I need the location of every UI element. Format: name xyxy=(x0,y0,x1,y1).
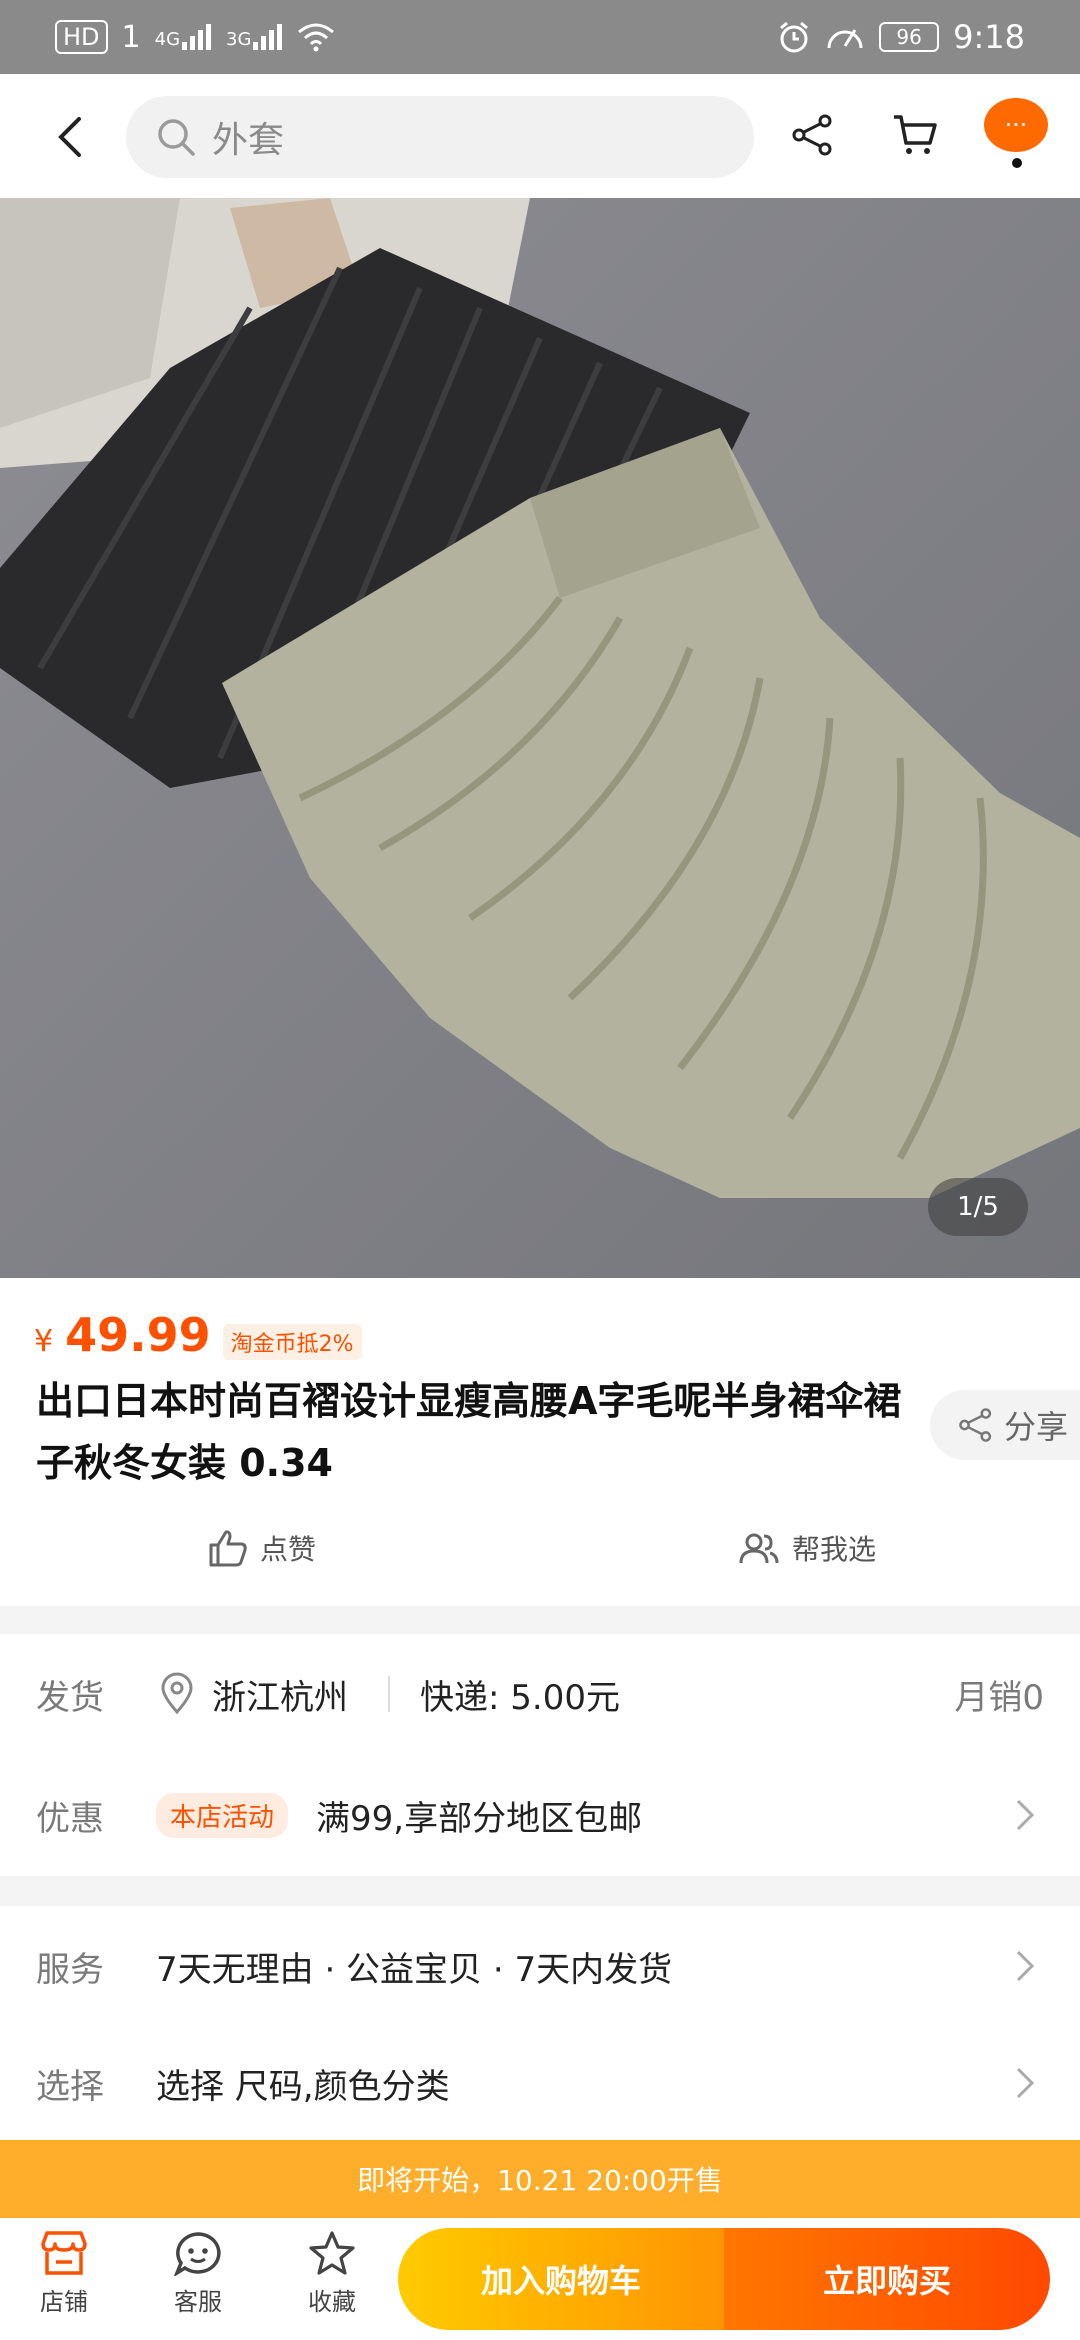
star-icon xyxy=(309,2231,355,2275)
purchase-buttons: 加入购物车 立即购买 xyxy=(398,2228,1050,2330)
shop-label: 店铺 xyxy=(40,2288,88,2316)
price-value: 49.99 xyxy=(65,1308,211,1362)
people-icon xyxy=(739,1533,779,1564)
chevron-right-icon xyxy=(1016,1950,1035,1982)
shipping-label: 发货 xyxy=(36,1677,104,1718)
net-3g-label: 3G xyxy=(226,29,252,50)
divider xyxy=(388,1676,390,1712)
hd-badge: HD xyxy=(55,20,108,54)
select-label: 选择 xyxy=(36,2066,104,2107)
signal-bars-icon xyxy=(182,24,212,50)
customer-service-label: 客服 xyxy=(174,2288,222,2316)
add-to-cart-button[interactable]: 加入购物车 xyxy=(398,2228,724,2330)
shop-button[interactable]: 店铺 xyxy=(14,2230,114,2330)
more-button[interactable]: ··· xyxy=(984,98,1048,152)
favorite-label: 收藏 xyxy=(308,2288,356,2316)
thumbs-up-icon xyxy=(209,1530,247,1567)
promo-text: 满99,享部分地区包邮 xyxy=(316,1798,643,1839)
clock: 9:18 xyxy=(953,18,1025,56)
product-image[interactable]: 1/5 xyxy=(0,198,1080,1278)
back-button[interactable] xyxy=(40,102,100,172)
shipping-fee: 快递: 5.00元 xyxy=(420,1677,620,1718)
shop-icon xyxy=(41,2231,87,2275)
wifi-icon xyxy=(298,23,335,52)
service-text: 7天无理由 · 公益宝贝 · 7天内发货 xyxy=(156,1949,673,1990)
net-4g-label: 4G xyxy=(154,29,181,50)
select-chevron xyxy=(1010,2063,1040,2103)
promo-row[interactable]: 优惠 本店活动 满99,享部分地区包邮 xyxy=(0,1754,1080,1876)
share-pill-button[interactable]: 分享 xyxy=(930,1390,1080,1460)
service-row[interactable]: 服务 7天无理由 · 公益宝贝 · 7天内发货 xyxy=(0,1906,1080,2026)
cart-icon xyxy=(894,115,937,154)
buy-now-button[interactable]: 立即购买 xyxy=(724,2228,1050,2330)
promo-label: 优惠 xyxy=(36,1798,104,1839)
bottom-bar: 店铺 客服 收藏 加入购物车 立即购买 xyxy=(0,2218,1080,2340)
share-button[interactable] xyxy=(778,100,848,170)
speed-icon xyxy=(827,29,863,49)
notification-dot xyxy=(1012,158,1022,168)
location-pin-icon xyxy=(161,1672,193,1714)
monthly-sales: 月销0 xyxy=(954,1677,1044,1718)
like-label: 点赞 xyxy=(260,1533,317,1566)
signal-3g: 3G xyxy=(226,24,283,50)
share-label: 分享 xyxy=(1004,1408,1069,1446)
shipping-row: 发货 浙江杭州 快递: 5.00元 月销0 xyxy=(0,1634,1080,1754)
store-activity-badge: 本店活动 xyxy=(156,1792,289,1838)
share-icon xyxy=(792,114,832,156)
status-left: HD 1 4G 3G xyxy=(55,20,335,55)
search-icon xyxy=(158,119,195,156)
customer-service-button[interactable]: 客服 xyxy=(148,2230,248,2330)
share-icon xyxy=(959,1408,992,1442)
service-label: 服务 xyxy=(36,1949,104,1990)
chat-face-icon xyxy=(173,2232,221,2276)
alarm-icon xyxy=(780,21,809,53)
currency-symbol: ¥ xyxy=(34,1324,54,1359)
coin-badge: 淘金币抵2% xyxy=(222,1324,362,1360)
sim-indicator: 1 xyxy=(121,19,141,55)
signal-4g: 4G xyxy=(155,24,212,50)
image-counter: 1/5 xyxy=(928,1178,1028,1236)
chevron-left-icon xyxy=(58,117,81,157)
product-title: 出口日本时尚百褶设计显瘦高腰A字毛呢半身裙伞裙子秋冬女装 0.34 xyxy=(36,1379,902,1485)
presale-banner: 即将开始，10.21 20:00开售 xyxy=(0,2140,1080,2218)
battery-indicator: 96 xyxy=(879,22,940,52)
signal-bars-icon xyxy=(253,24,283,50)
status-right: 96 9:18 xyxy=(777,18,1025,56)
product-info-card: ¥ 49.99 淘金币抵2% 出口日本时尚百褶设计显瘦高腰A字毛呢半身裙伞裙子秋… xyxy=(0,1278,1080,1606)
status-bar: HD 1 4G 3G 96 9:18 xyxy=(0,0,1080,74)
service-chevron xyxy=(1010,1946,1040,1986)
help-choose-button[interactable]: 帮我选 xyxy=(738,1528,876,1568)
help-choose-label: 帮我选 xyxy=(792,1533,877,1566)
product-photo xyxy=(0,198,1080,1278)
select-row[interactable]: 选择 选择 尺码,颜色分类 xyxy=(0,2026,1080,2140)
cart-button[interactable] xyxy=(880,100,950,170)
shipping-location: 浙江杭州 xyxy=(212,1677,348,1718)
battery-level: 96 xyxy=(879,22,940,52)
search-placeholder: 外套 xyxy=(212,120,285,161)
search-input[interactable]: 外套 xyxy=(126,96,754,178)
promo-chevron xyxy=(1010,1795,1040,1835)
select-text: 选择 尺码,颜色分类 xyxy=(156,2066,450,2107)
price-row: ¥ 49.99 淘金币抵2% xyxy=(34,1308,362,1362)
like-button[interactable]: 点赞 xyxy=(208,1528,316,1568)
favorite-button[interactable]: 收藏 xyxy=(282,2230,382,2330)
chevron-right-icon xyxy=(1016,2067,1035,2099)
chevron-right-icon xyxy=(1016,1799,1035,1831)
top-nav: 外套 ··· xyxy=(0,74,1080,198)
